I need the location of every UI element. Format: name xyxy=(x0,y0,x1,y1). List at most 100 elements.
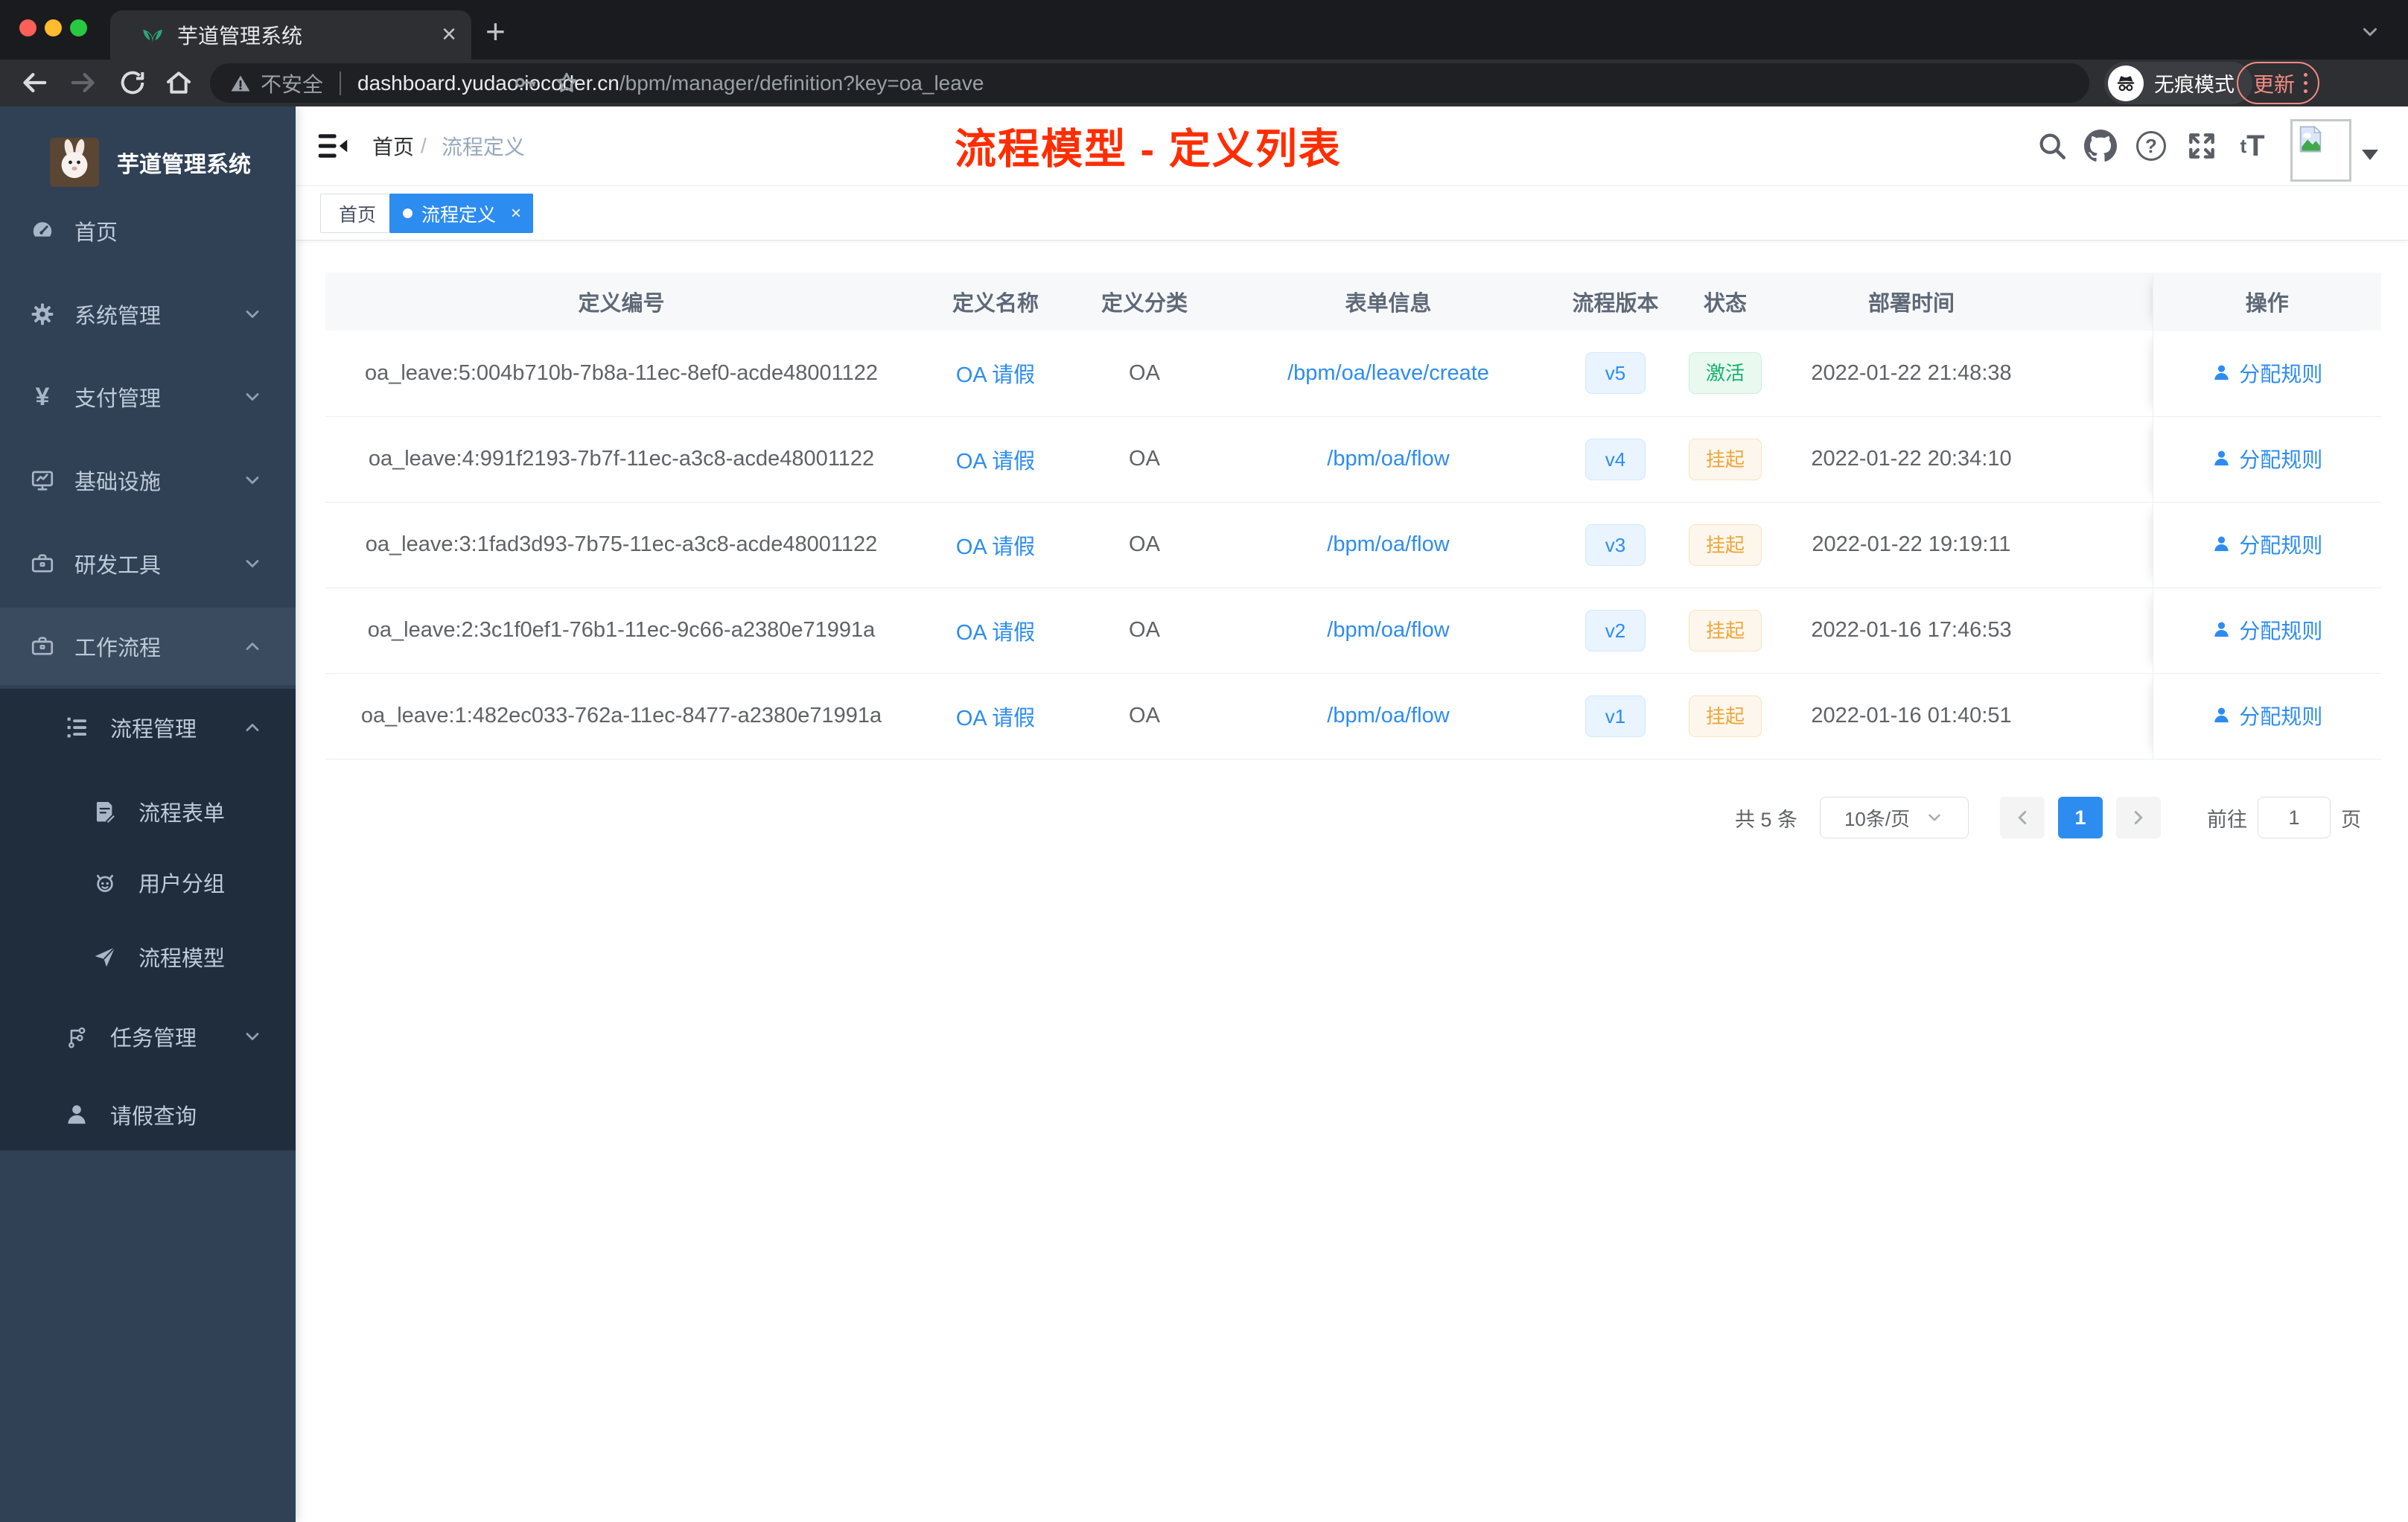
back-button[interactable] xyxy=(19,68,49,98)
logo-rabbit-avatar xyxy=(50,138,99,187)
assign-rule-link[interactable]: 分配规则 xyxy=(2211,358,2322,388)
traffic-light-close[interactable] xyxy=(19,19,36,36)
assign-rule-link[interactable]: 分配规则 xyxy=(2211,444,2322,474)
assign-rule-link[interactable]: 分配规则 xyxy=(2211,701,2322,730)
version-badge: v2 xyxy=(1584,609,1646,652)
form-link[interactable]: /bpm/oa/flow xyxy=(1327,618,1449,642)
form-link[interactable]: /bpm/oa/flow xyxy=(1327,704,1449,727)
tab-title: 芋道管理系统 xyxy=(177,25,303,48)
current-page-button[interactable]: 1 xyxy=(2058,797,2103,838)
prev-page-button[interactable] xyxy=(2000,797,2045,838)
toolbox-icon xyxy=(30,551,55,576)
forward-button[interactable] xyxy=(69,68,98,98)
update-label: 更新 xyxy=(2253,72,2296,96)
broken-image-icon xyxy=(2296,124,2325,154)
omnibox-divider xyxy=(340,71,342,95)
form-link[interactable]: /bpm/oa/flow xyxy=(1327,532,1449,556)
org-tree-icon xyxy=(64,1024,89,1049)
reload-button[interactable] xyxy=(118,68,147,98)
sidebar-item-payment[interactable]: ¥ 支付管理 xyxy=(0,358,296,436)
chevron-down-icon xyxy=(242,553,263,574)
status-badge: 激活 xyxy=(1688,352,1762,395)
url-host: dashboard.yudao.iocoder.cn xyxy=(357,71,619,95)
chevron-down-icon xyxy=(242,470,263,491)
col-form-info: 表单信息 xyxy=(1215,273,1561,331)
chrome-update-button[interactable]: 更新 xyxy=(2237,62,2320,104)
cell-category: OA xyxy=(1074,502,1215,588)
sidebar-item-system[interactable]: 系统管理 xyxy=(0,276,296,353)
table-row: oa_leave:3:1fad3d93-7b75-11ec-a3c8-acde4… xyxy=(325,502,2381,588)
password-key-icon[interactable] xyxy=(512,70,538,95)
definition-name-link[interactable]: OA 请假 xyxy=(956,450,1035,474)
definition-table: 定义编号 定义名称 定义分类 表单信息 流程版本 状态 部署时间 操作 oa_l… xyxy=(325,273,2381,760)
tab-close-icon[interactable]: × xyxy=(442,21,456,48)
version-badge: v5 xyxy=(1584,352,1646,395)
sidebar-item-devtools[interactable]: 研发工具 xyxy=(0,525,296,602)
sidebar-item-task-management[interactable]: 任务管理 xyxy=(0,998,296,1075)
col-definition-name: 定义名称 xyxy=(917,273,1074,331)
cell-id: oa_leave:3:1fad3d93-7b75-11ec-a3c8-acde4… xyxy=(325,502,917,588)
definition-name-link[interactable]: OA 请假 xyxy=(956,707,1035,730)
definition-name-link[interactable]: OA 请假 xyxy=(956,363,1035,387)
status-badge: 挂起 xyxy=(1688,438,1762,480)
sidebar-item-workflow[interactable]: 工作流程 xyxy=(0,608,296,685)
monitor-icon xyxy=(30,468,55,493)
sidebar-item-leave-query[interactable]: 请假查询 xyxy=(0,1076,296,1153)
browser-menu-kebab-icon[interactable] xyxy=(2304,73,2308,93)
cell-deploy-time: 2022-01-22 21:48:38 xyxy=(1781,331,2042,417)
browser-tab[interactable]: 芋道管理系统 × xyxy=(110,10,471,60)
sidebar-item-process-management[interactable]: 流程管理 xyxy=(0,689,296,766)
sidebar-collapse-icon[interactable] xyxy=(316,130,350,162)
user-icon xyxy=(2211,534,2232,554)
address-bar[interactable]: 不安全 dashboard.yudao.iocoder.cn/bpm/manag… xyxy=(210,63,2089,103)
github-icon[interactable] xyxy=(2084,130,2117,162)
form-link[interactable]: /bpm/oa/leave/create xyxy=(1287,361,1489,385)
pagination-total: 共 5 条 xyxy=(1735,808,1798,831)
assign-rule-link[interactable]: 分配规则 xyxy=(2211,529,2322,559)
table-row: oa_leave:2:3c1f0ef1-76b1-11ec-9c66-a2380… xyxy=(325,588,2381,674)
page-size-select[interactable]: 10条/页 xyxy=(1820,797,1969,838)
avatar[interactable] xyxy=(2290,119,2351,182)
definition-name-link[interactable]: OA 请假 xyxy=(956,621,1035,645)
assign-rule-link[interactable]: 分配规则 xyxy=(2211,615,2322,645)
font-size-icon[interactable]: tT xyxy=(2236,130,2269,162)
browser-tab-strip: 芋道管理系统 × + xyxy=(0,0,2408,60)
next-page-button[interactable] xyxy=(2116,797,2162,838)
sidebar-item-process-model[interactable]: 流程模型 xyxy=(0,918,296,996)
search-icon[interactable] xyxy=(2036,130,2068,162)
new-tab-button[interactable]: + xyxy=(485,14,506,48)
active-tag-dot xyxy=(403,208,413,218)
sidebar-logo: 芋道管理系统 xyxy=(0,121,296,203)
traffic-light-minimize[interactable] xyxy=(45,19,62,36)
cell-category: OA xyxy=(1074,331,1215,417)
sidebar-item-home[interactable]: 首页 xyxy=(0,192,296,270)
user-icon xyxy=(2211,448,2232,468)
sidebar-item-user-group[interactable]: 用户分组 xyxy=(0,844,296,921)
fullscreen-icon[interactable] xyxy=(2185,130,2218,162)
sidebar-item-process-form[interactable]: 流程表单 xyxy=(0,773,296,850)
tab-search-chevron-icon[interactable] xyxy=(2359,21,2381,43)
version-badge: v3 xyxy=(1584,523,1646,566)
tag-close-icon[interactable]: × xyxy=(511,204,521,223)
cell-deploy-time: 2022-01-16 01:40:51 xyxy=(1781,673,2042,760)
definition-name-link[interactable]: OA 请假 xyxy=(956,535,1035,559)
tag-home[interactable]: 首页 xyxy=(320,194,395,233)
tag-process-definition[interactable]: 流程定义 × xyxy=(389,194,534,233)
bookmark-star-icon[interactable] xyxy=(554,70,579,95)
traffic-light-zoom[interactable] xyxy=(70,19,87,36)
avatar-caret-down-icon[interactable] xyxy=(2362,150,2378,160)
help-icon[interactable]: ? xyxy=(2135,130,2167,162)
breadcrumb-home[interactable]: 首页 xyxy=(372,131,414,161)
chevron-up-icon xyxy=(242,717,263,738)
goto-page-input[interactable] xyxy=(2258,797,2331,838)
table-row: oa_leave:1:482ec033-762a-11ec-8477-a2380… xyxy=(325,673,2381,760)
robot-icon xyxy=(92,870,118,895)
form-link[interactable]: /bpm/oa/flow xyxy=(1327,447,1449,471)
tags-view-bar: 首页 流程定义 × xyxy=(296,186,2408,241)
home-button[interactable] xyxy=(164,68,194,98)
sidebar-item-infra[interactable]: 基础设施 xyxy=(0,442,296,519)
table-row: oa_leave:5:004b710b-7b8a-11ec-8ef0-acde4… xyxy=(325,331,2381,417)
security-label[interactable]: 不安全 xyxy=(261,69,323,98)
user-icon xyxy=(2211,620,2232,640)
incognito-icon xyxy=(2115,72,2137,95)
